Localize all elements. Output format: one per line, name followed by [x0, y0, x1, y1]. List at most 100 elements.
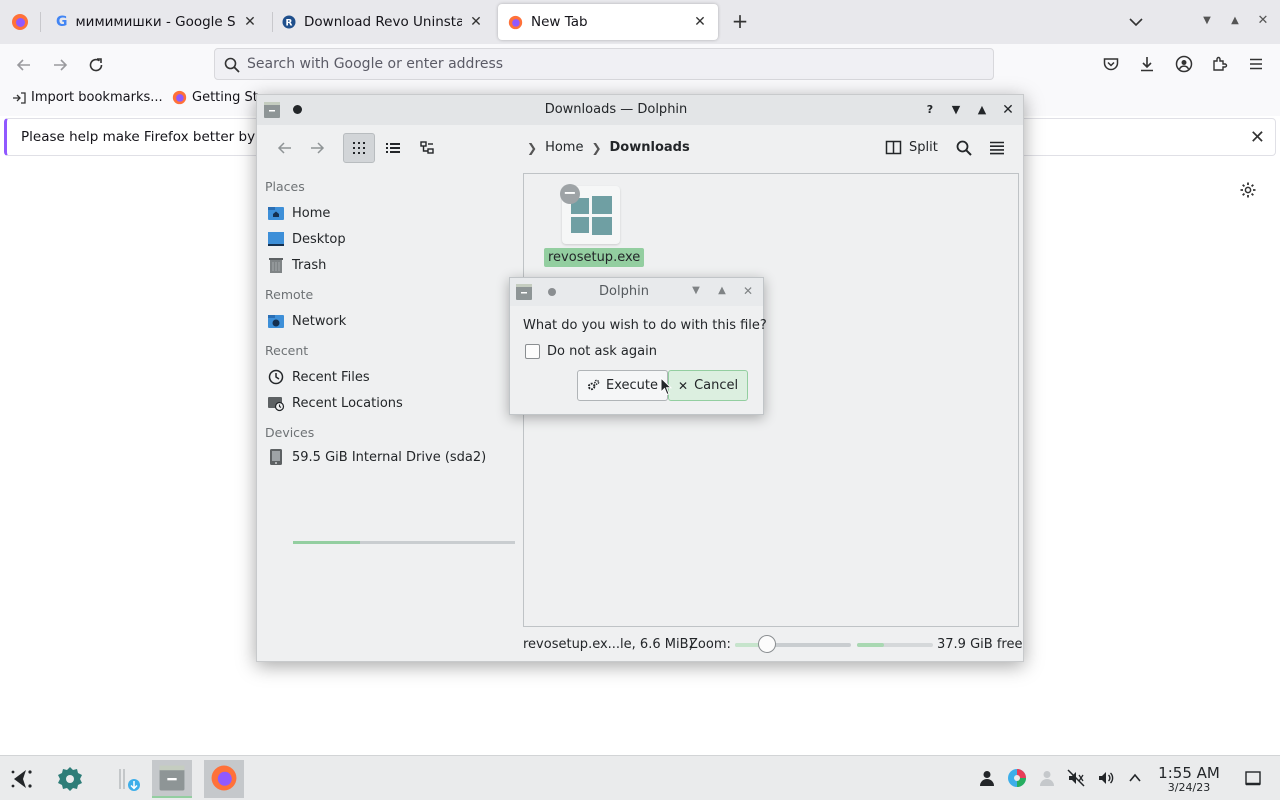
- new-tab-button[interactable]: +: [728, 10, 752, 34]
- close-tab-icon[interactable]: ✕: [468, 14, 484, 30]
- search-button[interactable]: [955, 139, 973, 157]
- drive-usage-bar: [293, 541, 515, 544]
- close-button[interactable]: ✕: [999, 101, 1017, 119]
- trash-icon: [269, 258, 283, 273]
- downloads-task[interactable]: [108, 760, 148, 798]
- maximize-button[interactable]: ▲: [714, 283, 730, 299]
- firefox-favicon: [508, 15, 523, 29]
- compact-view-button[interactable]: [377, 133, 409, 163]
- mute-tray[interactable]: [1066, 768, 1086, 788]
- pocket-button[interactable]: [1100, 53, 1122, 75]
- places-item-home[interactable]: Home: [267, 201, 330, 225]
- arrow-left-icon: [277, 142, 291, 154]
- drive-icon: [270, 449, 282, 465]
- customize-new-tab-button[interactable]: [1239, 181, 1259, 201]
- close-icon: ✕: [678, 378, 689, 393]
- close-tab-icon[interactable]: ✕: [242, 14, 258, 30]
- close-tab-icon[interactable]: ✕: [692, 14, 708, 30]
- color-wheel-icon: [1008, 769, 1026, 787]
- tab-new-tab[interactable]: New Tab ✕: [498, 4, 718, 40]
- import-bookmarks-item[interactable]: Import bookmarks...: [12, 90, 163, 105]
- split-view-button[interactable]: Split: [885, 139, 938, 156]
- places-item-label: Desktop: [292, 231, 346, 247]
- firefox-view-button[interactable]: [8, 10, 32, 34]
- color-picker-tray[interactable]: [1007, 768, 1027, 788]
- back-button[interactable]: [13, 54, 35, 76]
- places-item-label: 59.5 GiB Internal Drive (sda2): [292, 449, 487, 465]
- dolphin-titlebar[interactable]: Downloads — Dolphin ? ▼ ▲ ✕: [257, 95, 1023, 125]
- hamburger-menu-button[interactable]: [988, 139, 1006, 157]
- breadcrumb-downloads[interactable]: Downloads: [610, 140, 690, 155]
- places-item-desktop[interactable]: Desktop: [267, 227, 346, 251]
- user-switcher-tray[interactable]: [977, 768, 997, 788]
- digital-clock[interactable]: 1:55 AM 3/24/23: [1152, 765, 1226, 795]
- app-menu-button[interactable]: [1245, 53, 1267, 75]
- close-notification-icon[interactable]: ✕: [1250, 127, 1265, 148]
- firefox-task[interactable]: [204, 760, 244, 798]
- account-button[interactable]: [1173, 53, 1195, 75]
- firefox-favicon: [172, 90, 187, 105]
- maximize-window-button[interactable]: ▲: [1227, 13, 1243, 29]
- dialog-titlebar[interactable]: Dolphin ▼ ▲ ✕: [510, 278, 763, 306]
- show-desktop-button[interactable]: [1243, 768, 1263, 788]
- minimize-button[interactable]: ▼: [947, 101, 965, 119]
- address-bar[interactable]: [214, 48, 994, 80]
- volume-tray[interactable]: [1096, 768, 1116, 788]
- icons-view-button[interactable]: [343, 133, 375, 163]
- speaker-icon: [1099, 772, 1114, 784]
- places-item-network[interactable]: Network: [267, 309, 346, 333]
- getting-started-bookmark[interactable]: Getting St: [172, 90, 258, 105]
- details-view-button[interactable]: [411, 133, 443, 163]
- tab-title: мимимишки - Google Sea: [75, 14, 237, 30]
- do-not-ask-again-checkbox[interactable]: [525, 344, 540, 359]
- chevron-right-icon: ❯: [591, 140, 602, 155]
- breadcrumb-home[interactable]: Home: [545, 140, 583, 155]
- places-item-internal-drive[interactable]: 59.5 GiB Internal Drive (sda2): [267, 445, 486, 469]
- close-button[interactable]: ✕: [740, 283, 756, 299]
- network-tray[interactable]: [1037, 768, 1057, 788]
- free-space-text: 37.9 GiB free: [937, 637, 1023, 652]
- application-launcher-button[interactable]: [2, 760, 42, 798]
- close-window-button[interactable]: ✕: [1255, 13, 1271, 29]
- help-button[interactable]: ?: [921, 101, 939, 119]
- download-icon: [1141, 57, 1153, 72]
- zoom-slider-handle[interactable]: [758, 635, 777, 653]
- zoom-slider[interactable]: [735, 643, 851, 647]
- dolphin-task[interactable]: [152, 760, 192, 798]
- clock-time: 1:55 AM: [1158, 764, 1220, 782]
- execute-label: Execute: [606, 378, 658, 393]
- remote-header: Remote: [265, 287, 314, 302]
- downloads-button[interactable]: [1136, 53, 1158, 75]
- browser-nav-bar: [0, 44, 1280, 84]
- devices-header: Devices: [265, 425, 315, 440]
- list-all-tabs-button[interactable]: [1126, 12, 1146, 32]
- forward-button[interactable]: [49, 54, 71, 76]
- launcher-icon: [11, 770, 32, 788]
- reload-button[interactable]: [85, 54, 107, 76]
- discover-task[interactable]: [50, 760, 90, 798]
- address-input[interactable]: [247, 53, 967, 75]
- show-hidden-icons-button[interactable]: [1125, 768, 1145, 788]
- download-status-icon: [119, 769, 140, 791]
- tab-revo-download[interactable]: R Download Revo Uninstalle ✕: [272, 4, 494, 40]
- cancel-button[interactable]: ✕ Cancel: [668, 370, 749, 401]
- minimize-button[interactable]: ▼: [688, 283, 704, 299]
- places-item-label: Recent Files: [292, 369, 370, 385]
- go-forward-button[interactable]: [301, 133, 333, 163]
- execute-button[interactable]: Execute: [577, 370, 668, 401]
- tab-google-search[interactable]: G мимимишки - Google Sea ✕: [46, 4, 268, 40]
- tab-title: Download Revo Uninstalle: [304, 14, 462, 30]
- maximize-button[interactable]: ▲: [973, 101, 991, 119]
- extensions-button[interactable]: [1209, 53, 1231, 75]
- places-item-trash[interactable]: Trash: [267, 253, 326, 277]
- recent-locations-icon: [268, 397, 285, 412]
- execute-file-dialog: Dolphin ▼ ▲ ✕ What do you wish to do wit…: [509, 277, 767, 415]
- places-item-recent-locations[interactable]: Recent Locations: [267, 391, 403, 415]
- minimize-window-button[interactable]: ▼: [1199, 13, 1215, 29]
- do-not-ask-again-label[interactable]: Do not ask again: [547, 344, 657, 359]
- places-item-recent-files[interactable]: Recent Files: [267, 365, 370, 389]
- go-back-button[interactable]: [269, 133, 301, 163]
- remove-selection-icon[interactable]: −: [560, 184, 580, 204]
- file-name-label[interactable]: revosetup.exe: [544, 248, 645, 267]
- hamburger-menu-icon: [1250, 58, 1262, 70]
